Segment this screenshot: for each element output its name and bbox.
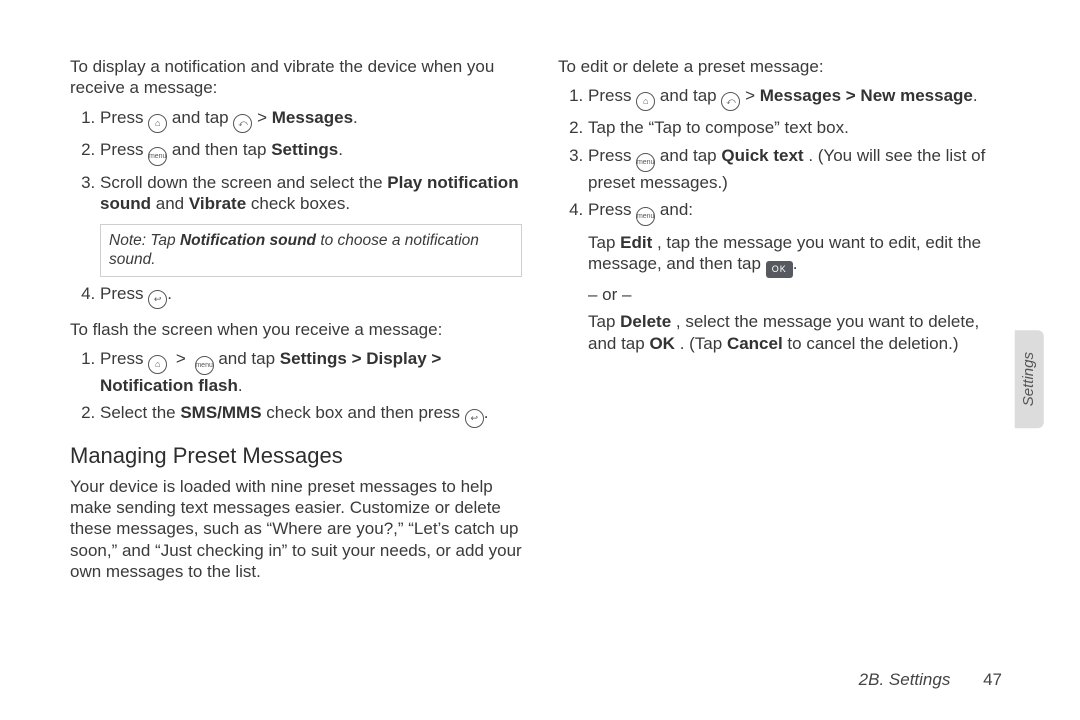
page-footer: 2B. Settings 47	[859, 669, 1002, 690]
two-column-layout: To display a notification and vibrate th…	[70, 56, 1010, 636]
flash-step-1: Press ⌂ > menu and tap Settings > Displa…	[100, 348, 522, 396]
rstep-1: Press ⌂ and tap ⤺ > Messages > New messa…	[588, 85, 1010, 111]
home-icon: ⌂	[148, 114, 167, 133]
steps-flash-screen: Press ⌂ > menu and tap Settings > Displa…	[70, 348, 522, 428]
also-icon: ⤺	[721, 92, 740, 111]
intro-flash-screen: To flash the screen when you receive a m…	[70, 319, 522, 340]
rstep-2: Tap the “Tap to compose” text box.	[588, 117, 1010, 138]
home-icon: ⌂	[148, 355, 167, 374]
menu-icon: menu	[636, 207, 655, 226]
note-box: Note: Tap Notification sound to choose a…	[100, 224, 522, 277]
step-3: Scroll down the screen and select the Pl…	[100, 172, 522, 215]
home-icon: ⌂	[636, 92, 655, 111]
rstep-4-edit: Tap Edit , tap the message you want to e…	[588, 232, 1010, 278]
flash-step-2: Select the SMS/MMS check box and then pr…	[100, 402, 522, 428]
side-tab-settings: Settings	[1015, 330, 1044, 428]
step-1: Press ⌂ and tap ⤺ > Messages.	[100, 107, 522, 133]
rstep-4-delete: Tap Delete , select the message you want…	[588, 311, 1010, 354]
also-icon: ⤺	[233, 114, 252, 133]
rstep-3: Press menu and tap Quick text . (You wil…	[588, 145, 1010, 193]
footer-section-label: 2B. Settings	[859, 670, 951, 689]
right-column: To edit or delete a preset message: Pres…	[558, 56, 1010, 636]
steps-notification-vibrate: Press ⌂ and tap ⤺ > Messages. Press menu…	[70, 107, 522, 215]
page-number: 47	[983, 670, 1002, 689]
steps-edit-delete-preset: Press ⌂ and tap ⤺ > Messages > New messa…	[558, 85, 1010, 354]
back-icon: ↩	[465, 409, 484, 428]
rstep-4: Press menu and: Tap Edit , tap the messa…	[588, 199, 1010, 354]
heading-managing-preset: Managing Preset Messages	[70, 442, 522, 470]
left-column: To display a notification and vibrate th…	[70, 56, 522, 636]
step-4: Press ↩.	[100, 283, 522, 309]
intro-edit-delete-preset: To edit or delete a preset message:	[558, 56, 1010, 77]
steps-notification-vibrate-cont: Press ↩.	[70, 283, 522, 309]
menu-icon: menu	[148, 147, 167, 166]
ok-button-icon: OK	[766, 261, 793, 278]
intro-notification-vibrate: To display a notification and vibrate th…	[70, 56, 522, 99]
menu-icon: menu	[195, 356, 214, 375]
preset-body-text: Your device is loaded with nine preset m…	[70, 476, 522, 582]
menu-icon: menu	[636, 153, 655, 172]
manual-page: To display a notification and vibrate th…	[0, 0, 1080, 720]
step-2: Press menu and then tap Settings.	[100, 139, 522, 166]
back-icon: ↩	[148, 290, 167, 309]
or-separator: – or –	[588, 284, 1010, 305]
